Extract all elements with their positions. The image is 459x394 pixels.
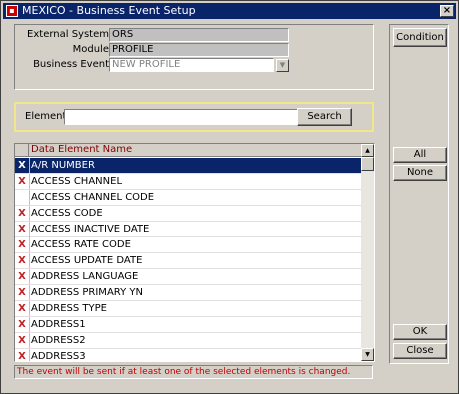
row-element-name: ADDRESS1 [31,318,86,330]
row-separator [29,158,30,173]
row-element-name: ADDRESS3 [31,350,86,362]
select-none-button[interactable]: None [393,165,447,181]
row-element-name: ACCESS UPDATE DATE [31,255,143,267]
scroll-up-arrow-icon[interactable]: ▲ [361,144,374,157]
element-search-box: Element Search [14,102,374,132]
row-separator [29,221,30,237]
row-element-name: ADDRESS TYPE [31,303,107,315]
scroll-down-arrow-icon[interactable]: ▼ [361,348,374,361]
business-event-field: NEW PROFILE [109,58,274,72]
row-element-name: ACCESS RATE CODE [31,239,131,251]
row-checkbox[interactable]: X [15,158,29,173]
row-checkbox[interactable]: X [15,333,29,348]
window-title: MEXICO - Business Event Setup [22,4,196,17]
module-label: Module [72,44,109,55]
row-checkbox[interactable]: X [15,269,29,284]
element-search-input[interactable] [64,109,302,125]
row-element-name: A/R NUMBER [31,160,95,171]
table-row[interactable]: ACCESS CHANNEL CODE [15,189,361,206]
row-separator [29,173,30,189]
row-separator [29,332,30,348]
external-system-field: ORS [109,28,289,42]
external-system-label: External System [27,29,109,40]
row-element-name: ADDRESS2 [31,334,86,346]
row-element-name: ACCESS CHANNEL CODE [31,191,155,203]
row-checkbox[interactable]: X [15,285,29,300]
table-row[interactable]: X ADDRESS LANGUAGE [15,269,361,286]
event-info-group: External System ORS Module PROFILE Busin… [14,24,374,90]
row-separator [29,348,30,361]
table-row[interactable]: X ACCESS UPDATE DATE [15,253,361,270]
row-separator [29,269,30,285]
table-row[interactable]: X ADDRESS2 [15,332,361,349]
row-separator [29,205,30,221]
element-label: Element [25,111,67,122]
search-button[interactable]: Search [297,108,352,126]
close-button[interactable]: Close [393,343,447,359]
grid-vertical-scrollbar[interactable]: ▲ ▼ [361,144,374,361]
table-row[interactable]: X ADDRESS3 [15,348,361,362]
grid-rows: X A/R NUMBER X ACCESS CHANNEL ACCESS CHANNEL… [15,158,361,362]
table-row[interactable]: X ACCESS INACTIVE DATE [15,221,361,238]
business-event-label: Business Event [33,59,109,70]
status-message: The event will be sent if at least one o… [14,365,373,379]
side-button-panel: Condition All None OK Close [389,24,449,364]
row-checkbox[interactable]: X [15,349,29,361]
app-icon: ▪ [6,5,18,17]
row-element-name: ACCESS INACTIVE DATE [31,223,150,235]
business-event-dropdown-icon: ▼ [276,59,289,72]
data-element-grid: Data Element Name X A/R NUMBER X ACCESS CHA… [14,143,375,362]
title-bar[interactable]: ▪ MEXICO - Business Event Setup × [3,3,456,19]
table-row[interactable]: X ADDRESS1 [15,316,361,333]
row-element-name: ACCESS CHANNEL [31,175,123,187]
close-window-button[interactable]: × [440,5,454,17]
row-separator [29,316,30,332]
grid-header: Data Element Name [15,144,361,157]
table-row[interactable]: X ACCESS RATE CODE [15,237,361,254]
row-checkbox[interactable] [15,190,29,205]
select-all-button[interactable]: All [393,147,447,163]
table-row[interactable]: X ADDRESS TYPE [15,301,361,317]
row-element-name: ACCESS CODE [31,207,103,219]
table-row[interactable]: X ACCESS CODE [15,205,361,222]
header-separator [28,144,29,157]
row-checkbox[interactable]: X [15,253,29,268]
ok-button[interactable]: OK [393,324,447,340]
row-separator [29,301,30,317]
row-checkbox[interactable]: X [15,206,29,221]
table-row[interactable]: X ADDRESS PRIMARY YN [15,285,361,302]
row-separator [29,237,30,253]
row-separator [29,285,30,301]
condition-button[interactable]: Condition [393,28,447,47]
scroll-thumb[interactable] [361,157,374,171]
row-checkbox[interactable]: X [15,174,29,189]
row-separator [29,253,30,269]
row-checkbox[interactable]: X [15,237,29,252]
business-event-setup-window: ▪ MEXICO - Business Event Setup × Extern… [0,0,459,394]
row-separator [29,189,30,205]
row-checkbox[interactable]: X [15,301,29,316]
row-element-name: ADDRESS LANGUAGE [31,271,139,283]
table-row[interactable]: X A/R NUMBER [15,158,361,174]
row-checkbox[interactable]: X [15,317,29,332]
table-row[interactable]: X ACCESS CHANNEL [15,173,361,190]
module-field: PROFILE [109,43,289,57]
row-checkbox[interactable]: X [15,222,29,237]
row-element-name: ADDRESS PRIMARY YN [31,287,143,299]
column-header-data-element-name[interactable]: Data Element Name [31,144,132,156]
